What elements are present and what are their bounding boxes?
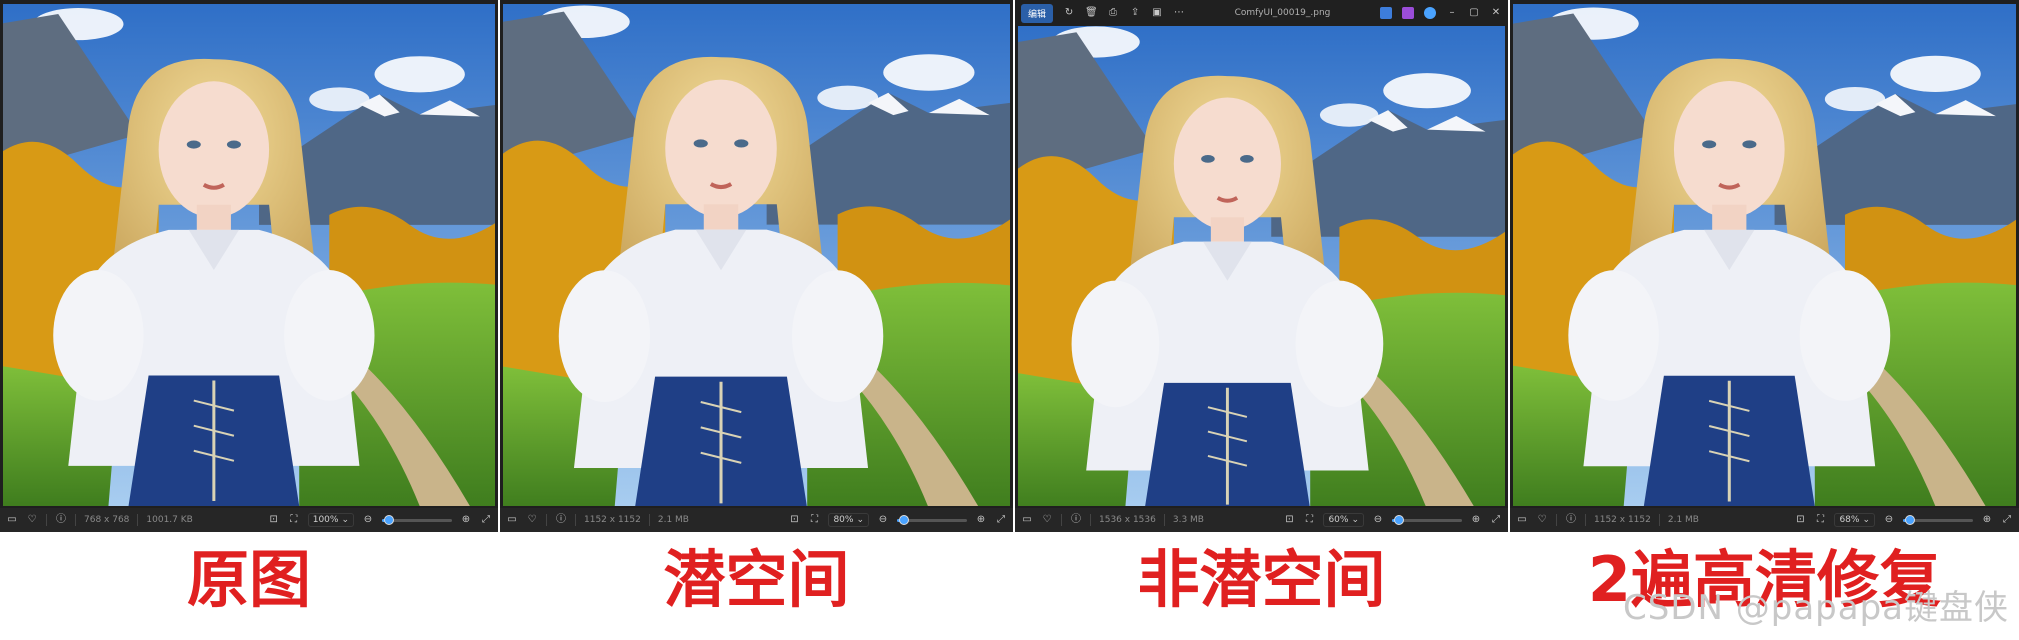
heart-icon[interactable]: ♡ [526, 514, 538, 526]
viewer-toolbar: ▭ ♡ ⓘ 1152 x 1152 2.1 MB ⊡ ⛶ 68% ⌄ ⊖ ⊕ ⤢ [1510, 508, 2019, 532]
viewer-toolbar: ▭ ♡ ⓘ 1152 x 1152 2.1 MB ⊡ ⛶ 80% ⌄ ⊖ ⊕ ⤢ [500, 508, 1013, 532]
viewer-toolbar: ▭ ♡ ⓘ 768 x 768 1001.7 KB ⊡ ⛶ 100% ⌄ ⊖ ⊕ … [0, 508, 498, 532]
portrait-image [503, 4, 1010, 506]
image-view [1513, 4, 2016, 506]
zoom-level: 60% [1328, 515, 1349, 525]
fit-icon[interactable]: ⛶ [808, 514, 820, 526]
chevron-down-icon: ⌄ [856, 515, 864, 525]
zoom-dropdown[interactable]: 60% ⌄ [1323, 513, 1364, 527]
info-icon[interactable]: ⓘ [1070, 514, 1082, 526]
heart-icon[interactable]: ♡ [1536, 514, 1548, 526]
minimize-icon[interactable]: – [1446, 7, 1458, 19]
fit-icon[interactable]: ⛶ [1303, 514, 1315, 526]
maximize-icon[interactable]: ▢ [1468, 7, 1480, 19]
crop-icon[interactable]: ⊡ [1283, 514, 1295, 526]
zoom-level: 80% [833, 515, 854, 525]
image-panel-hires-fix: ▭ ♡ ⓘ 1152 x 1152 2.1 MB ⊡ ⛶ 68% ⌄ ⊖ ⊕ ⤢ [1510, 0, 2019, 532]
edit-button[interactable]: 编辑 [1021, 3, 1054, 23]
zoom-out-icon[interactable]: ⊖ [362, 514, 374, 526]
file-size: 1001.7 KB [146, 515, 193, 525]
zoom-dropdown[interactable]: 68% ⌄ [1834, 513, 1875, 527]
expand-icon[interactable]: ⤢ [480, 514, 492, 526]
app-icon[interactable] [1402, 7, 1414, 19]
zoom-out-icon[interactable]: ⊖ [1883, 514, 1895, 526]
image-dimensions: 1152 x 1152 [584, 515, 641, 525]
fit-icon[interactable]: ⛶ [1814, 514, 1826, 526]
viewer-toolbar: ▭ ♡ ⓘ 1536 x 1536 3.3 MB ⊡ ⛶ 60% ⌄ ⊖ ⊕ ⤢ [1015, 508, 1508, 532]
window-title: ComfyUI_00019_.png [1234, 8, 1331, 18]
file-size: 3.3 MB [1172, 515, 1204, 525]
file-size: 2.1 MB [657, 515, 689, 525]
image-icon[interactable]: ▭ [1021, 514, 1033, 526]
share-icon[interactable]: ⇪ [1129, 7, 1141, 19]
zoom-slider[interactable] [897, 514, 967, 525]
zoom-in-icon[interactable]: ⊕ [1470, 514, 1482, 526]
image-icon[interactable]: ▭ [1516, 514, 1528, 526]
close-icon[interactable]: ✕ [1490, 7, 1502, 19]
image-panel-non-latent: 编辑 ↻ 🗑 ⎙ ⇪ ▣ ⋯ ComfyUI_00019_.png – ▢ ✕ … [1015, 0, 1508, 532]
heart-icon[interactable]: ♡ [1041, 514, 1053, 526]
app-icon[interactable] [1380, 7, 1392, 19]
file-size: 2.1 MB [1667, 515, 1699, 525]
info-icon[interactable]: ⓘ [1565, 514, 1577, 526]
slideshow-icon[interactable]: ▣ [1151, 7, 1163, 19]
zoom-level: 100% [312, 515, 339, 525]
fit-icon[interactable]: ⛶ [288, 514, 300, 526]
zoom-in-icon[interactable]: ⊕ [975, 514, 987, 526]
image-icon[interactable]: ▭ [506, 514, 518, 526]
window-titlebar: 编辑 ↻ 🗑 ⎙ ⇪ ▣ ⋯ ComfyUI_00019_.png – ▢ ✕ [1015, 0, 1508, 26]
rotate-icon[interactable]: ↻ [1063, 7, 1075, 19]
expand-icon[interactable]: ⤢ [2001, 514, 2013, 526]
delete-icon[interactable]: 🗑 [1085, 7, 1098, 19]
zoom-dropdown[interactable]: 100% ⌄ [307, 513, 354, 527]
image-icon[interactable]: ▭ [6, 514, 18, 526]
expand-icon[interactable]: ⤢ [995, 514, 1007, 526]
chevron-down-icon: ⌄ [1862, 515, 1870, 525]
caption-latent: 潜空间 [663, 543, 850, 616]
image-view [3, 4, 495, 506]
crop-icon[interactable]: ⊡ [788, 514, 800, 526]
zoom-in-icon[interactable]: ⊕ [1981, 514, 1993, 526]
zoom-dropdown[interactable]: 80% ⌄ [828, 513, 869, 527]
image-dimensions: 768 x 768 [84, 515, 130, 525]
info-icon[interactable]: ⓘ [555, 514, 567, 526]
image-panel-original: ▭ ♡ ⓘ 768 x 768 1001.7 KB ⊡ ⛶ 100% ⌄ ⊖ ⊕ … [0, 0, 498, 532]
zoom-slider[interactable] [1903, 514, 1973, 525]
image-view [503, 4, 1010, 506]
info-icon[interactable]: ⓘ [55, 514, 67, 526]
image-dimensions: 1536 x 1536 [1099, 515, 1156, 525]
print-icon[interactable]: ⎙ [1107, 7, 1119, 19]
zoom-out-icon[interactable]: ⊖ [877, 514, 889, 526]
chevron-down-icon: ⌄ [1351, 515, 1359, 525]
cloud-icon[interactable] [1424, 7, 1436, 19]
image-view [1018, 26, 1505, 506]
heart-icon[interactable]: ♡ [26, 514, 38, 526]
crop-icon[interactable]: ⊡ [1794, 514, 1806, 526]
crop-icon[interactable]: ⊡ [268, 514, 280, 526]
image-dimensions: 1152 x 1152 [1594, 515, 1651, 525]
portrait-image [1018, 26, 1505, 506]
zoom-out-icon[interactable]: ⊖ [1372, 514, 1384, 526]
caption-non-latent: 非潜空间 [1137, 543, 1386, 616]
more-icon[interactable]: ⋯ [1173, 7, 1185, 19]
chevron-down-icon: ⌄ [341, 515, 349, 525]
zoom-in-icon[interactable]: ⊕ [460, 514, 472, 526]
zoom-slider[interactable] [382, 514, 452, 525]
watermark: CSDN @papapa键盘侠 [1623, 588, 2009, 628]
portrait-image [3, 4, 495, 506]
caption-original: 原图 [186, 543, 311, 616]
portrait-image [1513, 4, 2016, 506]
zoom-level: 68% [1839, 515, 1860, 525]
image-panel-latent: ▭ ♡ ⓘ 1152 x 1152 2.1 MB ⊡ ⛶ 80% ⌄ ⊖ ⊕ ⤢ [500, 0, 1013, 532]
expand-icon[interactable]: ⤢ [1490, 514, 1502, 526]
zoom-slider[interactable] [1392, 514, 1462, 525]
